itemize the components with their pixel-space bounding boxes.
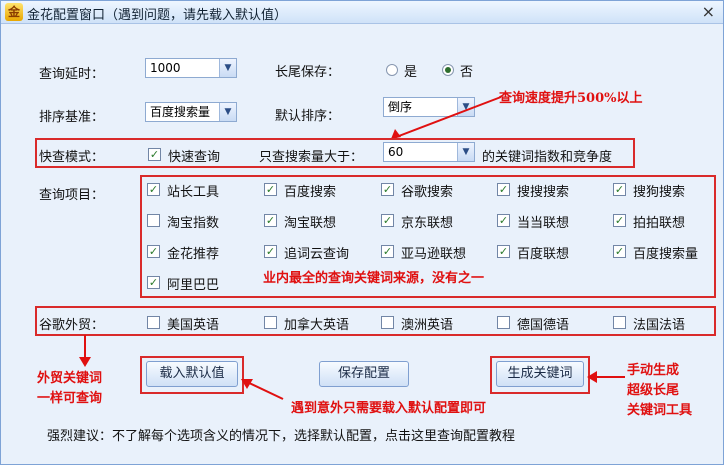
query-item-label: 京东联想 <box>401 216 454 231</box>
foreign-label: 谷歌外贸： <box>39 318 105 333</box>
foreign-option-label: 美国英语 <box>167 318 220 333</box>
query-item-checkbox[interactable]: ✓ <box>264 183 277 196</box>
close-icon[interactable]: × <box>702 2 715 21</box>
foreign-option-checkbox[interactable] <box>381 316 394 329</box>
query-item-checkbox[interactable]: ✓ <box>147 245 160 258</box>
delay-label: 查询延时： <box>39 67 105 82</box>
query-item-checkbox[interactable]: ✓ <box>147 183 160 196</box>
default-sort-label: 默认排序： <box>275 109 341 124</box>
load-default-button[interactable]: 载入默认值 <box>146 361 238 387</box>
query-item-checkbox[interactable]: ✓ <box>613 183 626 196</box>
query-item-checkbox[interactable]: ✓ <box>497 183 510 196</box>
foreign-arrow-icon <box>79 335 91 367</box>
volume-value: 60 <box>388 145 404 159</box>
query-item-label: 当当联想 <box>517 216 570 231</box>
volume-select[interactable]: 60 ▼ <box>383 142 475 162</box>
foreign-option-label: 澳洲英语 <box>401 318 454 333</box>
chevron-down-icon[interactable]: ▼ <box>219 59 236 77</box>
chevron-down-icon[interactable]: ▼ <box>457 143 474 161</box>
foreign-option-label: 法国法语 <box>633 318 686 333</box>
volume-label: 只查搜索量大于： <box>259 150 364 165</box>
manual-annotation-line2: 超级长尾 <box>627 383 680 398</box>
query-item-label: 追词云查询 <box>284 247 350 262</box>
query-item-checkbox[interactable]: ✓ <box>381 183 394 196</box>
save-config-button[interactable]: 保存配置 <box>319 361 409 387</box>
query-item-checkbox[interactable] <box>147 214 160 227</box>
config-window: 金 金花配置窗口（遇到问题，请先载入默认值） × 查询延时： 1000 ▼ 长尾… <box>0 0 724 465</box>
quick-query-checkbox[interactable]: ✓ <box>148 148 161 161</box>
volume-suffix: 的关键词指数和竞争度 <box>482 150 613 165</box>
foreign-option-checkbox[interactable] <box>264 316 277 329</box>
sort-base-select[interactable]: 百度搜索量 ▼ <box>145 102 237 122</box>
foreign-option-checkbox[interactable] <box>613 316 626 329</box>
query-items-label: 查询项目： <box>39 188 105 203</box>
load-hint-arrow-icon <box>241 379 284 400</box>
gold-flower-logo-icon: 金 <box>5 3 23 21</box>
speed-annotation: 查询速度提升500%以上 <box>499 91 643 106</box>
query-item-checkbox[interactable]: ✓ <box>497 214 510 227</box>
query-item-checkbox[interactable]: ✓ <box>613 245 626 258</box>
foreign-annotation-line1: 外贸关键词 <box>37 371 103 386</box>
query-item-label: 谷歌搜索 <box>401 185 454 200</box>
query-item-label: 金花推荐 <box>167 247 220 262</box>
foreign-option-label: 加拿大英语 <box>284 318 350 333</box>
query-item-label: 搜狗搜索 <box>633 185 686 200</box>
generate-arrow-icon <box>587 371 625 383</box>
window-title: 金花配置窗口（遇到问题，请先载入默认值） <box>27 8 288 23</box>
query-item-label: 百度搜索量 <box>633 247 699 262</box>
query-item-label: 淘宝指数 <box>167 216 220 231</box>
foreign-annotation-line2: 一样可查询 <box>37 391 103 406</box>
footer-advice-link[interactable]: 强烈建议：不了解每个选项含义的情况下，选择默认配置，点击这里查询配置教程 <box>47 425 515 444</box>
query-item-checkbox[interactable]: ✓ <box>613 214 626 227</box>
query-item-label: 百度联想 <box>517 247 570 262</box>
tail-save-label: 长尾保存： <box>275 65 341 80</box>
quick-query-label: 快速查询 <box>168 150 221 165</box>
tail-no-radio[interactable] <box>442 64 454 76</box>
query-item-checkbox[interactable]: ✓ <box>264 214 277 227</box>
delay-value: 1000 <box>150 61 181 75</box>
sort-base-label: 排序基准： <box>39 110 105 125</box>
query-item-checkbox[interactable]: ✓ <box>147 276 160 289</box>
query-item-label: 阿里巴巴 <box>167 278 220 293</box>
manual-annotation-line3: 关键词工具 <box>627 403 693 418</box>
foreign-option-checkbox[interactable] <box>497 316 510 329</box>
query-item-checkbox[interactable]: ✓ <box>381 214 394 227</box>
query-item-label: 淘宝联想 <box>284 216 337 231</box>
foreign-option-checkbox[interactable] <box>147 316 160 329</box>
query-item-checkbox[interactable]: ✓ <box>381 245 394 258</box>
query-item-label: 百度搜索 <box>284 185 337 200</box>
tail-yes-radio[interactable] <box>386 64 398 76</box>
chevron-down-icon[interactable]: ▼ <box>219 103 236 121</box>
generate-keywords-button[interactable]: 生成关键词 <box>496 361 584 387</box>
delay-select[interactable]: 1000 ▼ <box>145 58 237 78</box>
foreign-option-label: 德国德语 <box>517 318 570 333</box>
quick-mode-label: 快查模式： <box>39 150 105 165</box>
tail-yes-label: 是 <box>404 65 418 80</box>
tail-no-label: 否 <box>460 65 474 80</box>
load-hint-annotation: 遇到意外只需要载入默认配置即可 <box>291 401 487 416</box>
sort-base-value: 百度搜索量 <box>150 105 211 119</box>
query-item-label: 站长工具 <box>167 185 220 200</box>
query-item-checkbox[interactable]: ✓ <box>264 245 277 258</box>
query-item-checkbox[interactable]: ✓ <box>497 245 510 258</box>
query-item-label: 搜搜搜索 <box>517 185 570 200</box>
manual-annotation-line1: 手动生成 <box>627 363 680 378</box>
title-bar: 金 金花配置窗口（遇到问题，请先载入默认值） × <box>1 1 723 24</box>
source-annotation: 业内最全的查询关键词来源，没有之一 <box>263 271 485 286</box>
query-item-label: 拍拍联想 <box>633 216 686 231</box>
query-item-label: 亚马逊联想 <box>401 247 467 262</box>
